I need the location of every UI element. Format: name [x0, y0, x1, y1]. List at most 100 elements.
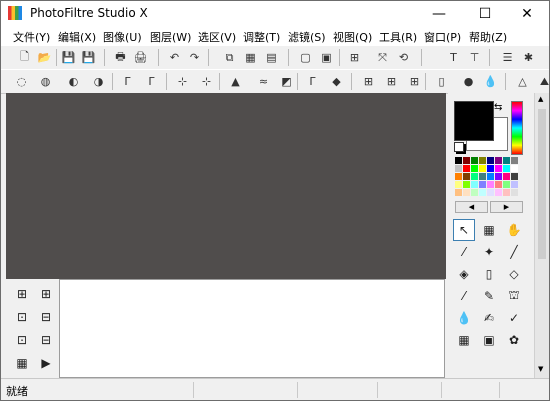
rotate-icon[interactable]: ⟲: [394, 48, 413, 67]
magic-wand-icon[interactable]: ✦: [478, 241, 500, 263]
palette-color-cell[interactable]: [503, 173, 510, 180]
smudge-tool-icon[interactable]: ✍: [478, 307, 500, 329]
warp-tool-icon[interactable]: ✿: [503, 329, 525, 351]
palette-color-cell[interactable]: [487, 173, 494, 180]
palette-color-cell[interactable]: [471, 181, 478, 188]
stamp-tool-icon[interactable]: ⛫: [503, 285, 525, 307]
copy-icon[interactable]: ⧉: [220, 48, 239, 67]
palette-color-cell[interactable]: [487, 189, 494, 196]
settings-icon[interactable]: ✱: [519, 48, 538, 67]
palette-color-cell[interactable]: [511, 165, 518, 172]
palette-next-button[interactable]: ▶: [490, 201, 523, 213]
palette-prev-button[interactable]: ◀: [455, 201, 488, 213]
auto-contrast-icon[interactable]: ◆: [327, 72, 346, 91]
palette-color-cell[interactable]: [455, 189, 462, 196]
brightness-down-icon[interactable]: ◐: [64, 72, 83, 91]
color-palette[interactable]: [455, 157, 521, 201]
palette-color-cell[interactable]: [503, 181, 510, 188]
palette-color-cell[interactable]: [463, 173, 470, 180]
saturation-up-icon[interactable]: ⊹: [197, 72, 216, 91]
palette-color-cell[interactable]: [479, 181, 486, 188]
palette-color-cell[interactable]: [455, 181, 462, 188]
menu-adjust[interactable]: 调整(T): [243, 29, 280, 45]
layer-yellow-icon[interactable]: ⊡: [11, 306, 33, 328]
advanced-brush-icon[interactable]: ✎: [478, 285, 500, 307]
layer-manager-icon[interactable]: ☰: [498, 48, 517, 67]
layer-save-icon[interactable]: ⊟: [35, 306, 57, 328]
palette-color-cell[interactable]: [455, 173, 462, 180]
mountain-icon[interactable]: ⛰: [535, 72, 549, 91]
palette-color-cell[interactable]: [495, 157, 502, 164]
grid-1-icon[interactable]: ⊞: [359, 72, 378, 91]
fill-tool-icon[interactable]: ◈: [453, 263, 475, 285]
palette-color-cell[interactable]: [503, 165, 510, 172]
gamma-up-icon[interactable]: Γ: [142, 72, 161, 91]
palette-color-cell[interactable]: [471, 189, 478, 196]
scroll-thumb[interactable]: [538, 109, 546, 259]
scroll-up-icon[interactable]: ▲: [538, 95, 543, 103]
menu-edit[interactable]: 编辑(X): [58, 29, 96, 45]
line-tool-icon[interactable]: ╱: [503, 241, 525, 263]
menu-help[interactable]: 帮助(Z): [469, 29, 507, 45]
palette-color-cell[interactable]: [479, 157, 486, 164]
palette-color-cell[interactable]: [511, 189, 518, 196]
layer-add-icon[interactable]: ⊞: [35, 283, 57, 305]
menu-window[interactable]: 窗口(P): [424, 29, 461, 45]
text-icon[interactable]: T: [444, 48, 463, 67]
palette-color-cell[interactable]: [455, 157, 462, 164]
menu-tools[interactable]: 工具(R): [379, 29, 417, 45]
new-icon[interactable]: 🗋: [15, 48, 34, 67]
palette-color-cell[interactable]: [479, 173, 486, 180]
pattern-tool-icon[interactable]: ▦: [453, 329, 475, 351]
palette-color-cell[interactable]: [479, 189, 486, 196]
grid-2-icon[interactable]: ⊞: [382, 72, 401, 91]
blur-icon[interactable]: ●: [459, 72, 478, 91]
palette-color-cell[interactable]: [471, 173, 478, 180]
palette-color-cell[interactable]: [471, 157, 478, 164]
palette-color-cell[interactable]: [455, 165, 462, 172]
clone-tool-icon[interactable]: ▣: [478, 329, 500, 351]
palette-color-cell[interactable]: [479, 165, 486, 172]
palette-color-cell[interactable]: [471, 165, 478, 172]
menu-file[interactable]: 文件(Y): [13, 29, 50, 45]
palette-color-cell[interactable]: [463, 181, 470, 188]
maximize-button[interactable]: ☐: [463, 1, 507, 27]
menu-image[interactable]: 图像(U): [103, 29, 142, 45]
layer-select-icon[interactable]: ⊡: [11, 329, 33, 351]
hand-tool-icon[interactable]: ✋: [503, 219, 525, 241]
curves-icon[interactable]: ≈: [254, 72, 273, 91]
blur-tool-icon[interactable]: 💧: [453, 307, 475, 329]
palette-color-cell[interactable]: [495, 165, 502, 172]
redo-icon[interactable]: ↷: [185, 48, 204, 67]
default-colors-icon[interactable]: [454, 142, 464, 152]
vertical-scrollbar[interactable]: ▲ ▼: [534, 93, 549, 378]
menu-view[interactable]: 视图(Q): [333, 29, 372, 45]
menu-selection[interactable]: 选区(V): [198, 29, 236, 45]
saturation-down-icon[interactable]: ⊹: [173, 72, 192, 91]
image-size-icon[interactable]: ▢: [296, 48, 315, 67]
dodge-icon[interactable]: ◌: [12, 72, 31, 91]
scroll-down-icon[interactable]: ▼: [538, 365, 543, 373]
palette-color-cell[interactable]: [463, 189, 470, 196]
frame-icon[interactable]: ▯: [432, 72, 451, 91]
sharpen-icon[interactable]: △: [513, 72, 532, 91]
paste-icon[interactable]: ▦: [241, 48, 260, 67]
crop-icon[interactable]: ⊞: [345, 48, 364, 67]
foreground-color-swatch[interactable]: [454, 101, 494, 141]
palette-color-cell[interactable]: [487, 165, 494, 172]
gamma-down-icon[interactable]: Γ: [118, 72, 137, 91]
menu-layer[interactable]: 图层(W): [150, 29, 191, 45]
hue-slider[interactable]: [511, 101, 523, 155]
levels-icon[interactable]: ▲: [226, 72, 245, 91]
menu-filter[interactable]: 滤镜(S): [288, 29, 326, 45]
palette-color-cell[interactable]: [511, 173, 518, 180]
image-preview-area[interactable]: [59, 279, 445, 378]
eraser-tool-icon[interactable]: ◇: [503, 263, 525, 285]
drop-icon[interactable]: 💧: [481, 72, 500, 91]
palette-color-cell[interactable]: [463, 157, 470, 164]
auto-levels-icon[interactable]: Γ: [303, 72, 322, 91]
selection-tool-icon[interactable]: ↖: [453, 219, 475, 241]
brush-tool-icon[interactable]: ⁄: [453, 285, 475, 307]
palette-color-cell[interactable]: [511, 181, 518, 188]
swap-colors-icon[interactable]: ⇆: [494, 102, 502, 113]
